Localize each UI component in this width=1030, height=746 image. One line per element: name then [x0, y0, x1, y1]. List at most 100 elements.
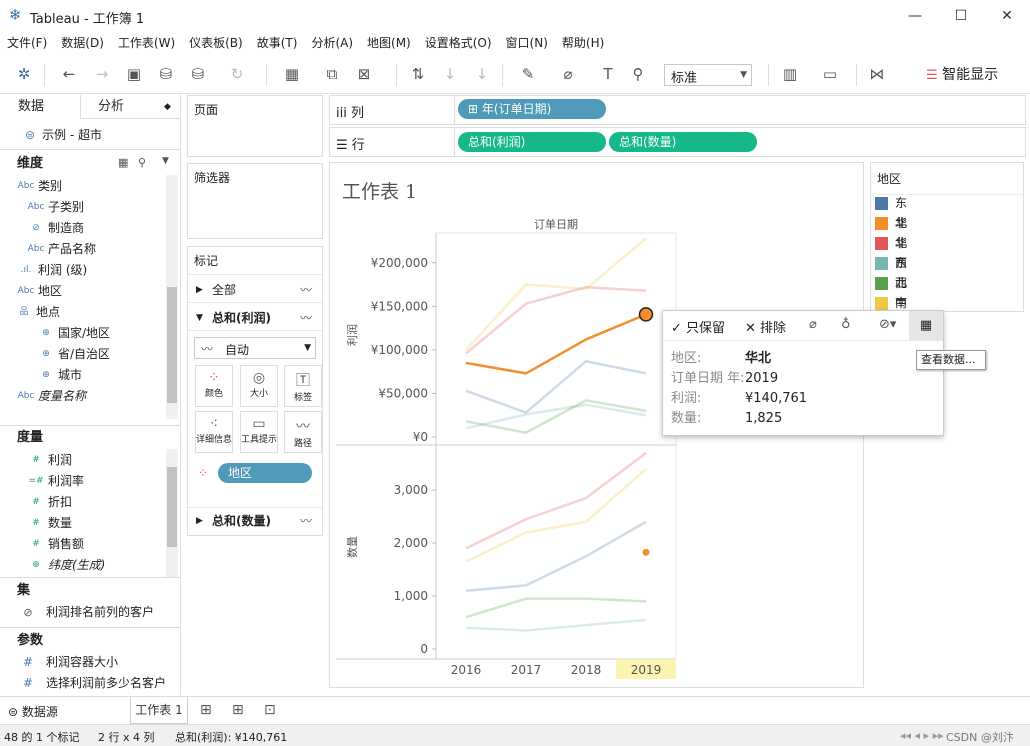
- refresh-icon[interactable]: ↻: [225, 62, 249, 86]
- field-item[interactable]: # 数量: [0, 513, 165, 534]
- tableau-home-icon[interactable]: ✲: [12, 62, 36, 86]
- bulb-icon[interactable]: ♁: [841, 317, 851, 332]
- swap-icon[interactable]: ⇅: [406, 62, 430, 86]
- rows-shelf[interactable]: ☰ 行 总和(利润) 总和(数量): [329, 127, 1026, 157]
- fit-select[interactable]: 标准 ▼: [664, 64, 752, 86]
- keep-only-button[interactable]: ✓ 只保留: [671, 317, 725, 336]
- set-icon[interactable]: ⊘▾: [879, 317, 896, 332]
- columns-shelf[interactable]: iii 列 ⊞ 年(订单日期): [329, 95, 1026, 125]
- chevron-down-icon[interactable]: ▼: [162, 156, 169, 166]
- y-tick-label: ¥50,000: [378, 386, 428, 400]
- new-datasource-icon[interactable]: ⛁: [154, 62, 178, 86]
- sort-desc-icon[interactable]: ↓: [470, 62, 494, 86]
- field-item[interactable]: Abc 子类别: [0, 197, 165, 218]
- new-dashboard-icon[interactable]: ⊞: [232, 702, 244, 718]
- marks-all-row[interactable]: ▶ 全部 〰: [188, 277, 322, 303]
- menu-analysis[interactable]: 分析(A): [304, 32, 360, 54]
- menu-dashboard[interactable]: 仪表板(B): [182, 32, 250, 54]
- field-item[interactable]: =# 利润率: [0, 471, 165, 492]
- marks-qty-row[interactable]: ▶ 总和(数量) 〰: [188, 507, 322, 533]
- field-item[interactable]: ⊘ 制造商: [0, 218, 165, 239]
- new-sheet-icon[interactable]: ⊞: [200, 702, 212, 718]
- field-item[interactable]: # 销售额: [0, 534, 165, 555]
- tooltip-button[interactable]: ▭ 工具提示: [240, 411, 278, 453]
- new-worksheet-icon[interactable]: ▦: [280, 62, 304, 86]
- plus-icon: ⊞: [468, 102, 479, 116]
- exclude-button[interactable]: ✕ 排除: [745, 317, 786, 336]
- detail-button[interactable]: ⁖ 详细信息: [195, 411, 233, 453]
- menu-format[interactable]: 设置格式(O): [418, 32, 499, 54]
- show-cards-icon[interactable]: ▥: [778, 62, 802, 86]
- menu-file[interactable]: 文件(F): [0, 32, 54, 54]
- field-item[interactable]: 品地点: [0, 302, 165, 323]
- datasource-tab[interactable]: ⊜ 数据源: [8, 703, 58, 720]
- redo-icon[interactable]: →: [90, 62, 114, 86]
- new-story-icon[interactable]: ⊡: [264, 702, 276, 718]
- field-item[interactable]: Abc 产品名称: [0, 239, 165, 260]
- minimize-button[interactable]: —: [892, 4, 938, 28]
- menu-worksheet[interactable]: 工作表(W): [111, 32, 182, 54]
- year-order-date-pill[interactable]: ⊞ 年(订单日期): [458, 99, 606, 119]
- field-type-icon: ⊕: [42, 349, 50, 359]
- pause-updates-icon[interactable]: ⛁: [186, 62, 210, 86]
- marks-profit-row[interactable]: ▼ 总和(利润) 〰: [188, 305, 322, 331]
- param-item[interactable]: # 利润容器大小: [0, 652, 180, 673]
- presentation-mode-icon[interactable]: ▭: [818, 62, 842, 86]
- field-item[interactable]: ⊕ 纬度(生成): [0, 555, 165, 576]
- duplicate-sheet-icon[interactable]: ⧉: [320, 62, 344, 86]
- menu-data[interactable]: 数据(D): [54, 32, 111, 54]
- field-item[interactable]: # 折扣: [0, 492, 165, 513]
- color-button[interactable]: ⁘ 颜色: [195, 365, 233, 407]
- pages-card[interactable]: 页面: [187, 95, 323, 157]
- show-labels-icon[interactable]: T: [596, 62, 620, 86]
- measures-scrollbar[interactable]: [166, 449, 178, 577]
- smart-show-button[interactable]: ☰ 智能显示: [926, 64, 998, 84]
- sets-heading: 集: [17, 583, 31, 598]
- clear-sheet-icon[interactable]: ⊠: [352, 62, 376, 86]
- set-item[interactable]: ⊘ 利润排名前列的客户: [0, 602, 180, 623]
- sum-profit-pill[interactable]: 总和(利润): [458, 132, 606, 152]
- tab-data[interactable]: 数据: [18, 95, 44, 119]
- datasource-item[interactable]: ⊜ 示例 - 超市: [0, 125, 180, 146]
- search-icon[interactable]: ⚲: [138, 156, 146, 169]
- field-item[interactable]: Abc 类别: [0, 176, 165, 197]
- mark-type-select[interactable]: 〰 自动 ▼: [194, 337, 316, 359]
- path-button[interactable]: 〰路径: [284, 411, 322, 453]
- field-item[interactable]: Abc 度量名称: [0, 386, 165, 407]
- maximize-button[interactable]: ☐: [938, 4, 984, 28]
- y-tick-label: ¥200,000: [371, 256, 428, 270]
- sort-asc-icon[interactable]: ↓: [438, 62, 462, 86]
- sum-qty-pill[interactable]: 总和(数量): [609, 132, 757, 152]
- field-item[interactable]: Abc 地区: [0, 281, 165, 302]
- view-toggle-icon[interactable]: ▦: [118, 156, 128, 169]
- save-icon[interactable]: ▣: [122, 62, 146, 86]
- size-button[interactable]: ◎ 大小: [240, 365, 278, 407]
- label-button[interactable]: 🅃 标签: [284, 365, 322, 407]
- menu-window[interactable]: 窗口(N): [499, 32, 555, 54]
- menu-map[interactable]: 地图(M): [360, 32, 418, 54]
- undo-icon[interactable]: ←: [57, 62, 81, 86]
- fit-select-value: 标准: [671, 71, 698, 86]
- share-icon[interactable]: ⋈: [865, 62, 889, 86]
- tab-analysis[interactable]: 分析: [98, 95, 124, 119]
- dimensions-scrollbar[interactable]: [166, 175, 178, 419]
- filters-card[interactable]: 筛选器: [187, 163, 323, 239]
- field-item[interactable]: .ıl. 利润 (级): [0, 260, 165, 281]
- view-data-icon[interactable]: ▦: [909, 311, 943, 341]
- region-pill[interactable]: 地区: [218, 463, 312, 483]
- nav-arrows-icon[interactable]: ◂◂ ◂ ▸ ▸▸: [900, 729, 944, 742]
- menu-story[interactable]: 故事(T): [250, 32, 305, 54]
- field-item[interactable]: ⊕ 城市: [0, 365, 165, 386]
- field-item[interactable]: ⊕ 省/自治区: [0, 344, 165, 365]
- close-button[interactable]: ✕: [984, 4, 1030, 28]
- param-item[interactable]: # 选择利润前多少名客户: [0, 673, 180, 694]
- sheet-tab-1[interactable]: 工作表 1: [130, 697, 188, 724]
- data-tabs: 数据 分析 ◆: [0, 95, 180, 119]
- group-icon[interactable]: ⌀: [809, 317, 817, 332]
- field-item[interactable]: ⊕ 国家/地区: [0, 323, 165, 344]
- fix-axes-icon[interactable]: ⚲: [626, 62, 650, 86]
- menu-help[interactable]: 帮助(H): [555, 32, 611, 54]
- field-item[interactable]: # 利润: [0, 450, 165, 471]
- group-icon[interactable]: ⌀: [556, 62, 580, 86]
- highlight-icon[interactable]: ✎: [516, 62, 540, 86]
